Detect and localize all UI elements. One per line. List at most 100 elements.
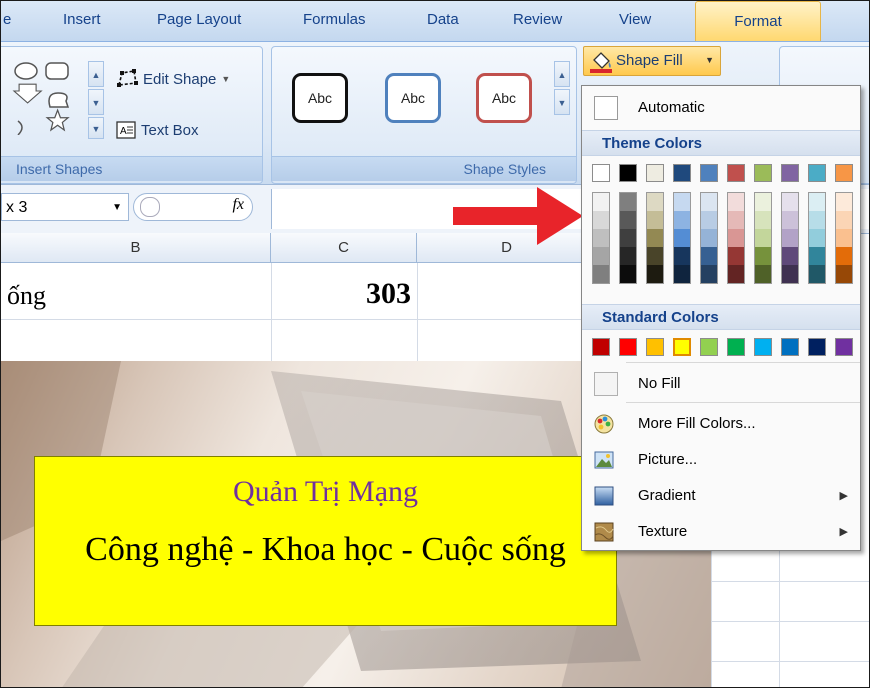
theme-shade-swatch[interactable] xyxy=(808,265,826,283)
theme-shade-swatch[interactable] xyxy=(673,247,691,265)
standard-color-swatch[interactable] xyxy=(835,338,853,356)
theme-shade-swatch[interactable] xyxy=(619,247,637,265)
theme-shade-swatch[interactable] xyxy=(754,211,772,229)
theme-shade-swatch[interactable] xyxy=(619,229,637,247)
theme-shade-swatch[interactable] xyxy=(781,211,799,229)
theme-shade-swatch[interactable] xyxy=(835,247,853,265)
standard-color-swatch[interactable] xyxy=(754,338,772,356)
formula-expand-control[interactable]: fx xyxy=(133,193,253,221)
shape-style-sample-3[interactable]: Abc xyxy=(476,73,532,123)
theme-color-swatch[interactable] xyxy=(592,164,610,182)
theme-shade-swatch[interactable] xyxy=(835,193,853,211)
theme-shade-swatch[interactable] xyxy=(646,247,664,265)
menu-item-more-fill-colors[interactable]: More Fill Colors... xyxy=(582,408,860,440)
yellow-text-box[interactable]: Quản Trị Mạng Công nghệ - Khoa học - Cuộ… xyxy=(34,456,617,626)
theme-shade-swatch[interactable] xyxy=(592,265,610,283)
menu-item-picture[interactable]: Picture... xyxy=(582,444,860,476)
standard-color-swatch[interactable] xyxy=(727,338,745,356)
shapes-more-icon[interactable]: ▼ xyxy=(88,117,104,139)
theme-shade-swatch[interactable] xyxy=(646,211,664,229)
theme-shade-swatch[interactable] xyxy=(592,229,610,247)
shape-style-sample-1[interactable]: Abc xyxy=(292,73,348,123)
theme-shade-swatch[interactable] xyxy=(619,193,637,211)
theme-shade-swatch[interactable] xyxy=(727,193,745,211)
theme-shade-swatch[interactable] xyxy=(781,265,799,283)
tab-view[interactable]: View xyxy=(619,11,651,28)
theme-shade-swatch[interactable] xyxy=(592,247,610,265)
menu-item-texture[interactable]: Texture ▶ xyxy=(582,516,860,548)
theme-shade-swatch[interactable] xyxy=(781,193,799,211)
theme-shade-swatch[interactable] xyxy=(619,211,637,229)
theme-shade-swatch[interactable] xyxy=(808,193,826,211)
theme-shade-swatch[interactable] xyxy=(673,265,691,283)
standard-color-swatch[interactable] xyxy=(673,338,691,356)
tab-format[interactable]: Format xyxy=(695,1,821,41)
name-box[interactable]: x 3 ▼ xyxy=(1,193,129,221)
shape-style-sample-2[interactable]: Abc xyxy=(385,73,441,123)
theme-shade-swatch[interactable] xyxy=(754,265,772,283)
theme-shade-swatch[interactable] xyxy=(754,193,772,211)
cell-c-value[interactable]: 303 xyxy=(291,277,411,311)
standard-color-swatch[interactable] xyxy=(619,338,637,356)
name-box-dropdown-icon[interactable]: ▼ xyxy=(112,194,122,222)
theme-color-swatch[interactable] xyxy=(646,164,664,182)
theme-shade-swatch[interactable] xyxy=(727,229,745,247)
theme-shade-swatch[interactable] xyxy=(727,247,745,265)
shape-gallery[interactable] xyxy=(10,59,82,135)
theme-shade-swatch[interactable] xyxy=(808,229,826,247)
standard-color-swatch[interactable] xyxy=(592,338,610,356)
theme-color-swatch[interactable] xyxy=(808,164,826,182)
theme-shade-swatch[interactable] xyxy=(835,211,853,229)
styles-scroll-up-icon[interactable]: ▲ xyxy=(554,61,570,87)
tab-home-partial[interactable]: e xyxy=(3,11,11,28)
shapes-scroll-up-icon[interactable]: ▲ xyxy=(88,61,104,87)
text-box-button[interactable]: A Text Box xyxy=(116,121,199,139)
menu-item-no-fill[interactable]: No Fill xyxy=(582,368,860,400)
theme-color-swatch[interactable] xyxy=(781,164,799,182)
column-header-b[interactable]: B xyxy=(1,233,271,263)
theme-color-swatch[interactable] xyxy=(700,164,718,182)
cell-b-text[interactable]: ống xyxy=(7,281,46,311)
theme-shade-swatch[interactable] xyxy=(700,211,718,229)
theme-shade-swatch[interactable] xyxy=(808,247,826,265)
theme-shade-swatch[interactable] xyxy=(619,265,637,283)
theme-shade-swatch[interactable] xyxy=(673,193,691,211)
fx-icon[interactable]: fx xyxy=(232,196,244,214)
column-header-c[interactable]: C xyxy=(271,233,417,263)
theme-shade-swatch[interactable] xyxy=(673,211,691,229)
theme-shade-swatch[interactable] xyxy=(727,265,745,283)
theme-shade-swatch[interactable] xyxy=(700,193,718,211)
theme-shade-swatch[interactable] xyxy=(700,229,718,247)
theme-color-swatch[interactable] xyxy=(754,164,772,182)
menu-item-gradient[interactable]: Gradient ▶ xyxy=(582,480,860,512)
theme-shade-swatch[interactable] xyxy=(673,229,691,247)
theme-shade-swatch[interactable] xyxy=(700,247,718,265)
theme-shade-swatch[interactable] xyxy=(592,193,610,211)
theme-shade-swatch[interactable] xyxy=(835,265,853,283)
theme-shade-swatch[interactable] xyxy=(781,247,799,265)
theme-shade-swatch[interactable] xyxy=(754,229,772,247)
standard-color-swatch[interactable] xyxy=(646,338,664,356)
edit-shape-button[interactable]: Edit Shape ▼ xyxy=(116,69,230,89)
theme-shade-swatch[interactable] xyxy=(592,211,610,229)
tab-review[interactable]: Review xyxy=(513,11,562,28)
theme-color-swatch[interactable] xyxy=(619,164,637,182)
theme-color-swatch[interactable] xyxy=(673,164,691,182)
shape-fill-button[interactable]: Shape Fill ▼ xyxy=(583,46,721,76)
theme-color-swatch[interactable] xyxy=(727,164,745,182)
theme-shade-swatch[interactable] xyxy=(646,193,664,211)
tab-data[interactable]: Data xyxy=(427,11,459,28)
standard-color-swatch[interactable] xyxy=(700,338,718,356)
theme-color-swatch[interactable] xyxy=(835,164,853,182)
theme-shade-swatch[interactable] xyxy=(835,229,853,247)
standard-color-swatch[interactable] xyxy=(781,338,799,356)
menu-item-automatic[interactable]: Automatic xyxy=(582,92,860,124)
theme-shade-swatch[interactable] xyxy=(700,265,718,283)
standard-color-swatch[interactable] xyxy=(808,338,826,356)
theme-shade-swatch[interactable] xyxy=(781,229,799,247)
theme-shade-swatch[interactable] xyxy=(808,211,826,229)
tab-page-layout[interactable]: Page Layout xyxy=(157,11,241,28)
theme-shade-swatch[interactable] xyxy=(646,265,664,283)
theme-shade-swatch[interactable] xyxy=(646,229,664,247)
theme-shade-swatch[interactable] xyxy=(754,247,772,265)
